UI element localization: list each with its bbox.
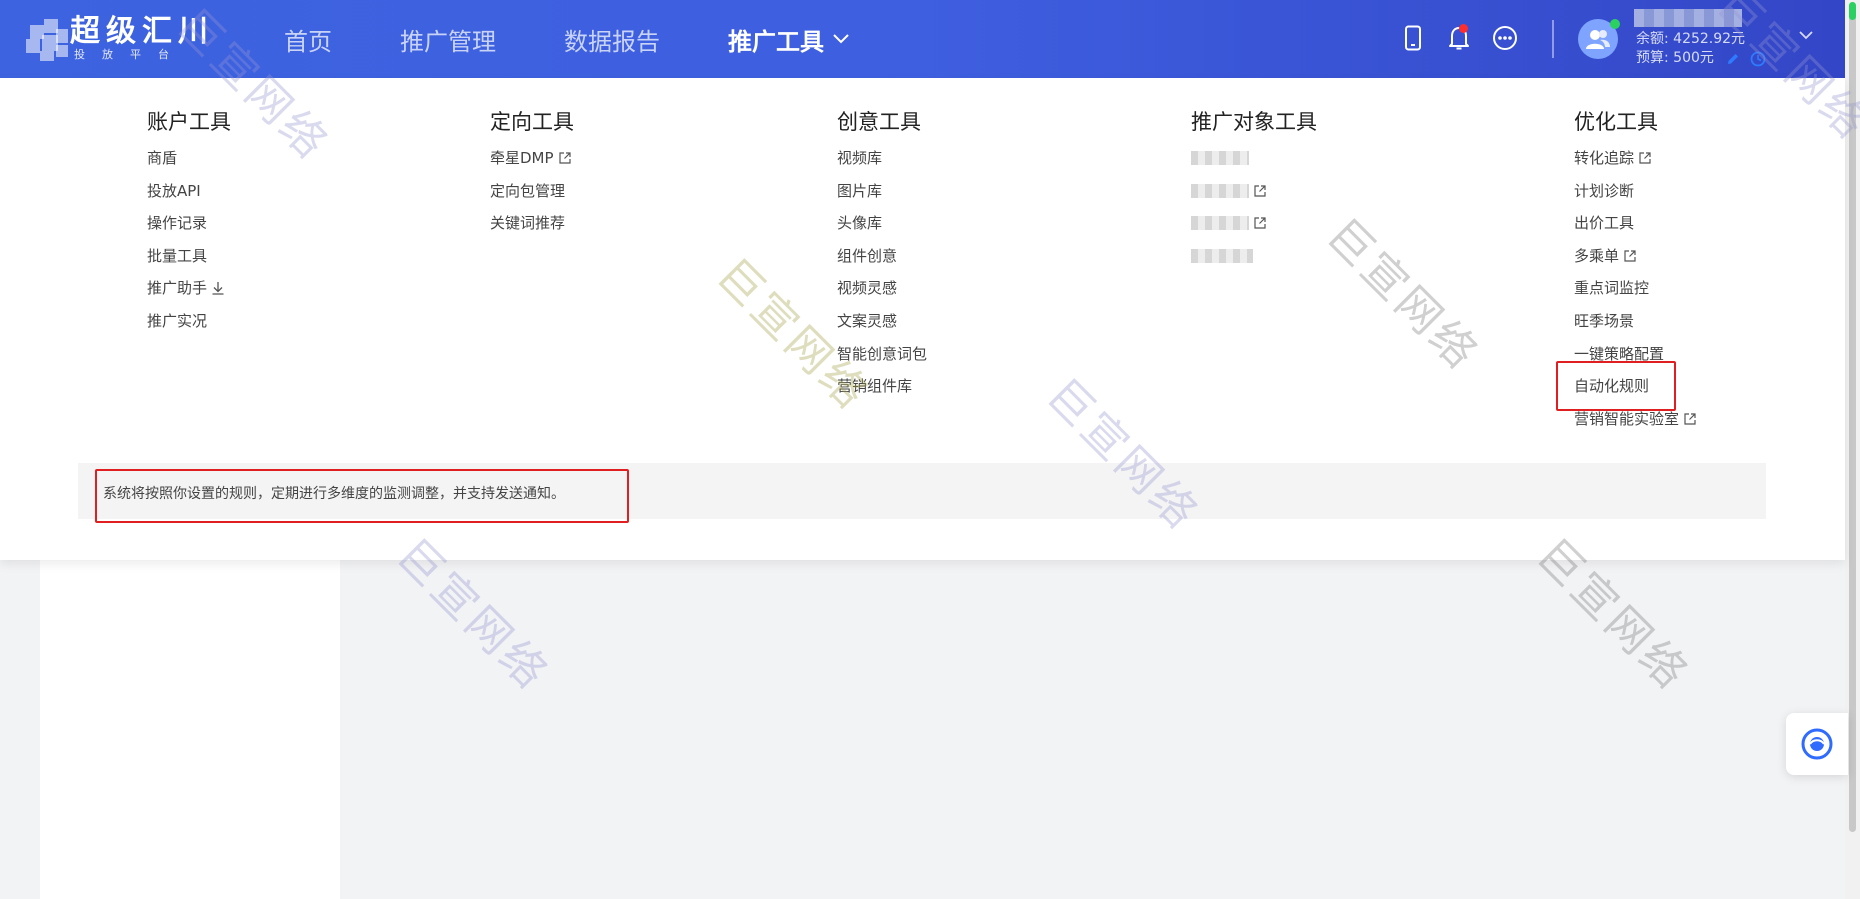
nav-home[interactable]: 首页 — [284, 22, 332, 57]
menu-item-redacted-1[interactable] — [1191, 148, 1317, 168]
column-title-promotion-object-tools: 推广对象工具 — [1191, 110, 1317, 134]
external-link-icon — [558, 152, 571, 164]
menu-item-shangdun[interactable]: 商盾 — [147, 148, 231, 168]
assistant-float-button[interactable] — [1786, 713, 1848, 775]
menu-item-redacted-2[interactable] — [1191, 181, 1317, 201]
menu-item-keyword-monitor[interactable]: 重点词监控 — [1574, 278, 1697, 298]
menu-item-bid-tools[interactable]: 出价工具 — [1574, 213, 1697, 233]
logo-title: 超级汇川 — [70, 14, 214, 49]
highlight-box-automation-rules — [1556, 361, 1676, 411]
user-group-icon — [1586, 30, 1610, 49]
highlight-box-hint — [95, 469, 629, 523]
more-icon[interactable] — [1488, 20, 1522, 56]
menu-item-redacted-3[interactable] — [1191, 213, 1317, 233]
logo-subtitle: 投放平台 — [74, 48, 186, 61]
account-balance: 余额: 4252.92元 — [1636, 31, 1746, 47]
menu-item-redacted-4[interactable] — [1191, 246, 1317, 266]
menu-item-copy-inspiration[interactable]: 文案灵感 — [837, 311, 927, 331]
menu-item-image-library[interactable]: 图片库 — [837, 181, 927, 201]
menu-item-marketing-components[interactable]: 营销组件库 — [837, 376, 927, 396]
nav-promotion-tools-label: 推广工具 — [728, 27, 824, 56]
menu-column-targeting-tools: 定向工具 牵星DMP 定向包管理 关键词推荐 — [490, 108, 574, 246]
header-divider — [1552, 20, 1554, 58]
menu-item-component-creative[interactable]: 组件创意 — [837, 246, 927, 266]
column-title-optimization-tools: 优化工具 — [1574, 110, 1658, 134]
menu-item-conversion-tracking[interactable]: 转化追踪 — [1574, 148, 1697, 168]
external-link-icon — [1684, 413, 1696, 425]
bell-icon[interactable] — [1442, 20, 1476, 56]
menu-item-qianxing-dmp[interactable]: 牵星DMP — [490, 148, 574, 168]
external-link-icon — [1254, 184, 1266, 197]
scrollbar-thumb-indicator — [1849, 2, 1856, 20]
external-link-icon — [1624, 250, 1636, 262]
download-icon — [212, 282, 224, 296]
mobile-icon[interactable] — [1396, 20, 1430, 56]
account-info: 余额: 4252.92元 预算: 500元 — [1636, 30, 1766, 68]
menu-item-video-inspiration[interactable]: 视频灵感 — [837, 278, 927, 298]
clock-icon[interactable] — [1750, 51, 1766, 67]
nav-data-reports[interactable]: 数据报告 — [564, 22, 660, 57]
menu-item-avatar-library[interactable]: 头像库 — [837, 213, 927, 233]
top-header: 超级汇川 投放平台 首页 推广管理 数据报告 推广工具 余额: 4252.92元 — [0, 0, 1845, 78]
menu-item-api[interactable]: 投放API — [147, 181, 231, 201]
column-title-account-tools: 账户工具 — [147, 110, 231, 134]
notification-dot — [1459, 24, 1468, 33]
account-name-redacted — [1634, 9, 1742, 27]
promotion-tools-dropdown: 账户工具 商盾 投放API 操作记录 批量工具 推广助手 推广实况 定向工具 牵… — [0, 78, 1845, 560]
menu-column-account-tools: 账户工具 商盾 投放API 操作记录 批量工具 推广助手 推广实况 — [147, 108, 231, 344]
menu-item-targeting-package[interactable]: 定向包管理 — [490, 181, 574, 201]
nav-promotion-tools[interactable]: 推广工具 — [728, 22, 850, 57]
menu-item-operation-log[interactable]: 操作记录 — [147, 213, 231, 233]
online-status-dot — [1610, 19, 1620, 29]
account-dropdown-icon[interactable] — [1798, 30, 1814, 40]
menu-item-smart-creative-wordpack[interactable]: 智能创意词包 — [837, 344, 927, 364]
logo-mark-icon — [22, 15, 74, 63]
menu-item-batch-tools[interactable]: 批量工具 — [147, 246, 231, 266]
column-title-targeting-tools: 定向工具 — [490, 110, 574, 134]
menu-item-peak-season[interactable]: 旺季场景 — [1574, 311, 1697, 331]
edit-icon[interactable] — [1726, 52, 1740, 66]
menu-item-promotion-assistant[interactable]: 推广助手 — [147, 278, 231, 298]
account-budget: 预算: 500元 — [1636, 50, 1714, 66]
chevron-down-icon — [833, 34, 849, 44]
external-link-icon — [1254, 217, 1266, 229]
menu-item-duochengdan[interactable]: 多乘单 — [1574, 246, 1697, 266]
menu-item-video-library[interactable]: 视频库 — [837, 148, 927, 168]
menu-column-creative-tools: 创意工具 视频库 图片库 头像库 组件创意 视频灵感 文案灵感 智能创意词包 营… — [837, 108, 927, 409]
scrollbar-thumb[interactable] — [1849, 2, 1856, 832]
nav-promotion-management[interactable]: 推广管理 — [400, 22, 496, 57]
assistant-icon — [1801, 728, 1833, 760]
column-title-creative-tools: 创意工具 — [837, 110, 921, 134]
menu-item-marketing-lab[interactable]: 营销智能实验室 — [1574, 409, 1697, 429]
menu-item-plan-diagnosis[interactable]: 计划诊断 — [1574, 181, 1697, 201]
menu-item-keyword-recommend[interactable]: 关键词推荐 — [490, 213, 574, 233]
menu-item-live-status[interactable]: 推广实况 — [147, 311, 231, 331]
external-link-icon — [1639, 152, 1651, 164]
menu-column-promotion-object-tools: 推广对象工具 — [1191, 108, 1317, 278]
main-nav: 首页 推广管理 数据报告 推广工具 — [284, 0, 918, 78]
platform-logo[interactable]: 超级汇川 投放平台 — [22, 14, 214, 64]
